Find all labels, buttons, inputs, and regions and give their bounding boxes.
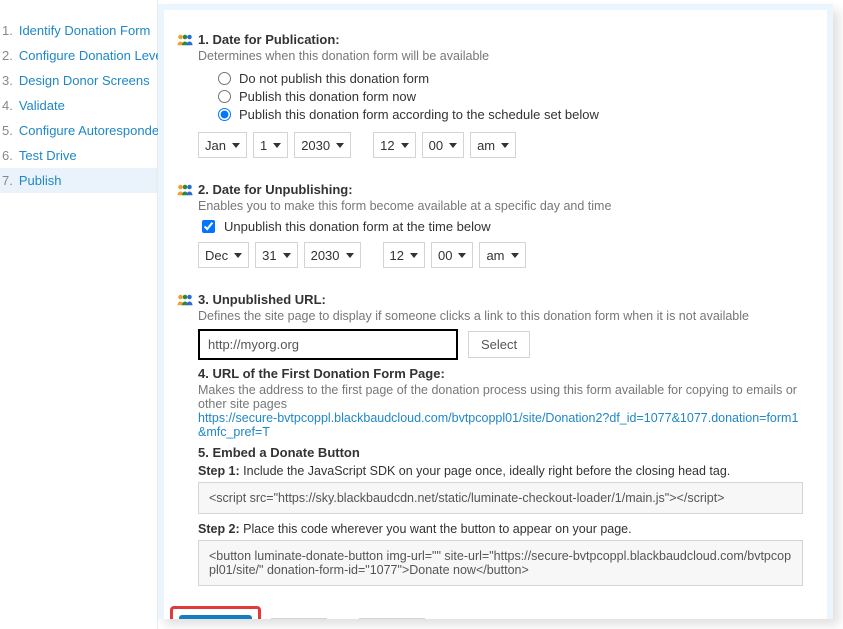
section-publication-date: 1. Date for Publication: Determines when… xyxy=(176,32,803,158)
select-day[interactable]: 1 xyxy=(253,132,288,158)
finish-button[interactable]: Finish xyxy=(179,615,252,619)
select-minute[interactable]: 00 xyxy=(422,132,464,158)
chevron-down-icon xyxy=(410,253,418,258)
chevron-down-icon xyxy=(458,253,466,258)
radio-publish-schedule[interactable]: Publish this donation form according to … xyxy=(218,107,803,122)
chevron-down-icon xyxy=(501,143,509,148)
radio-do-not-publish[interactable]: Do not publish this donation form xyxy=(218,71,803,86)
sidebar-item-label: Validate xyxy=(19,98,65,113)
checkbox-unpublish[interactable]: Unpublish this donation form at the time… xyxy=(198,217,803,236)
chevron-down-icon xyxy=(336,143,344,148)
section-title: Date for Unpublishing: xyxy=(212,182,352,197)
section-title: Date for Publication: xyxy=(212,32,339,47)
chevron-down-icon xyxy=(273,143,281,148)
publish-date-selects: Jan 1 2030 12 00 am xyxy=(198,132,803,158)
unpublished-url-input[interactable] xyxy=(198,329,458,360)
sidebar-item-design[interactable]: 3.Design Donor Screens xyxy=(0,68,157,93)
select-hour[interactable]: 12 xyxy=(383,242,425,268)
sidebar-item-autoresponders[interactable]: 5.Configure Autoresponders xyxy=(0,118,157,143)
first-page-link[interactable]: https://secure-bvtpcoppl.blackbaudcloud.… xyxy=(198,411,803,439)
people-icon xyxy=(176,182,198,268)
sidebar-item-label: Identify Donation Form xyxy=(19,23,151,38)
section-subtitle: Makes the address to the first page of t… xyxy=(198,383,803,411)
finish-highlight: Finish xyxy=(170,606,261,619)
cancel-button[interactable]: Cancel xyxy=(359,618,425,620)
step-sidebar: 1.Identify Donation Form 2.Configure Don… xyxy=(0,0,158,629)
select-minute[interactable]: 00 xyxy=(431,242,473,268)
app-container: 1.Identify Donation Form 2.Configure Don… xyxy=(0,0,843,629)
section-subtitle: Determines when this donation form will … xyxy=(198,49,803,63)
sidebar-item-label: Design Donor Screens xyxy=(19,73,150,88)
checkbox-input[interactable] xyxy=(202,220,215,233)
select-year[interactable]: 2030 xyxy=(294,132,351,158)
embed-code-1[interactable]: <script src="https://sky.blackbaudcdn.ne… xyxy=(198,482,803,514)
step1-text: Include the JavaScript SDK on your page … xyxy=(240,464,731,478)
chevron-down-icon xyxy=(401,143,409,148)
sidebar-item-label: Test Drive xyxy=(19,148,77,163)
select-hour[interactable]: 12 xyxy=(373,132,415,158)
section-unpublished-url: 3. Unpublished URL: Defines the site pag… xyxy=(176,292,803,360)
radio-input[interactable] xyxy=(218,72,231,85)
section-title: Unpublished URL: xyxy=(212,292,325,307)
select-month[interactable]: Dec xyxy=(198,242,249,268)
select-ampm[interactable]: am xyxy=(479,242,525,268)
section-unpublishing-date: 2. Date for Unpublishing: Enables you to… xyxy=(176,182,803,268)
radio-input[interactable] xyxy=(218,108,231,121)
sidebar-item-validate[interactable]: 4.Validate xyxy=(0,93,157,118)
section-first-page-url: 4. URL of the First Donation Form Page: … xyxy=(176,366,803,439)
people-icon xyxy=(176,292,198,360)
section-subtitle: Defines the site page to display if some… xyxy=(198,309,803,323)
chevron-down-icon xyxy=(346,253,354,258)
radio-input[interactable] xyxy=(218,90,231,103)
sidebar-item-test-drive[interactable]: 6.Test Drive xyxy=(0,143,157,168)
chevron-down-icon xyxy=(234,253,242,258)
sidebar-item-publish[interactable]: 7.Publish xyxy=(0,168,157,193)
select-button[interactable]: Select xyxy=(468,331,530,358)
select-day[interactable]: 31 xyxy=(255,242,297,268)
section-embed-button: 5. Embed a Donate Button Step 1: Include… xyxy=(176,445,803,594)
step1-label: Step 1: xyxy=(198,464,240,478)
select-month[interactable]: Jan xyxy=(198,132,247,158)
chevron-down-icon xyxy=(511,253,519,258)
step2-label: Step 2: xyxy=(198,522,240,536)
sidebar-item-label: Publish xyxy=(19,173,62,188)
sidebar-item-label: Configure Donation Levels xyxy=(19,48,172,63)
chevron-down-icon xyxy=(232,143,240,148)
main-panel: 1. Date for Publication: Determines when… xyxy=(158,4,833,619)
chevron-down-icon xyxy=(449,143,457,148)
chevron-down-icon xyxy=(283,253,291,258)
section-title: Embed a Donate Button xyxy=(212,445,359,460)
embed-code-2[interactable]: <button luminate-donate-button img-url="… xyxy=(198,540,803,586)
sidebar-item-label: Configure Autoresponders xyxy=(19,123,170,138)
sidebar-item-configure-levels[interactable]: 2.Configure Donation Levels xyxy=(0,43,157,68)
unpublish-date-selects: Dec 31 2030 12 00 am xyxy=(198,242,803,268)
select-ampm[interactable]: am xyxy=(470,132,516,158)
section-title: URL of the First Donation Form Page: xyxy=(212,366,444,381)
step2-text: Place this code wherever you want the bu… xyxy=(240,522,632,536)
people-icon xyxy=(176,32,198,158)
action-bar: Finish Save or Cancel xyxy=(170,606,803,619)
select-year[interactable]: 2030 xyxy=(304,242,361,268)
save-button[interactable]: Save xyxy=(271,618,327,620)
radio-publish-now[interactable]: Publish this donation form now xyxy=(218,89,803,104)
sidebar-item-identify[interactable]: 1.Identify Donation Form xyxy=(0,18,157,43)
section-subtitle: Enables you to make this form become ava… xyxy=(198,199,803,213)
